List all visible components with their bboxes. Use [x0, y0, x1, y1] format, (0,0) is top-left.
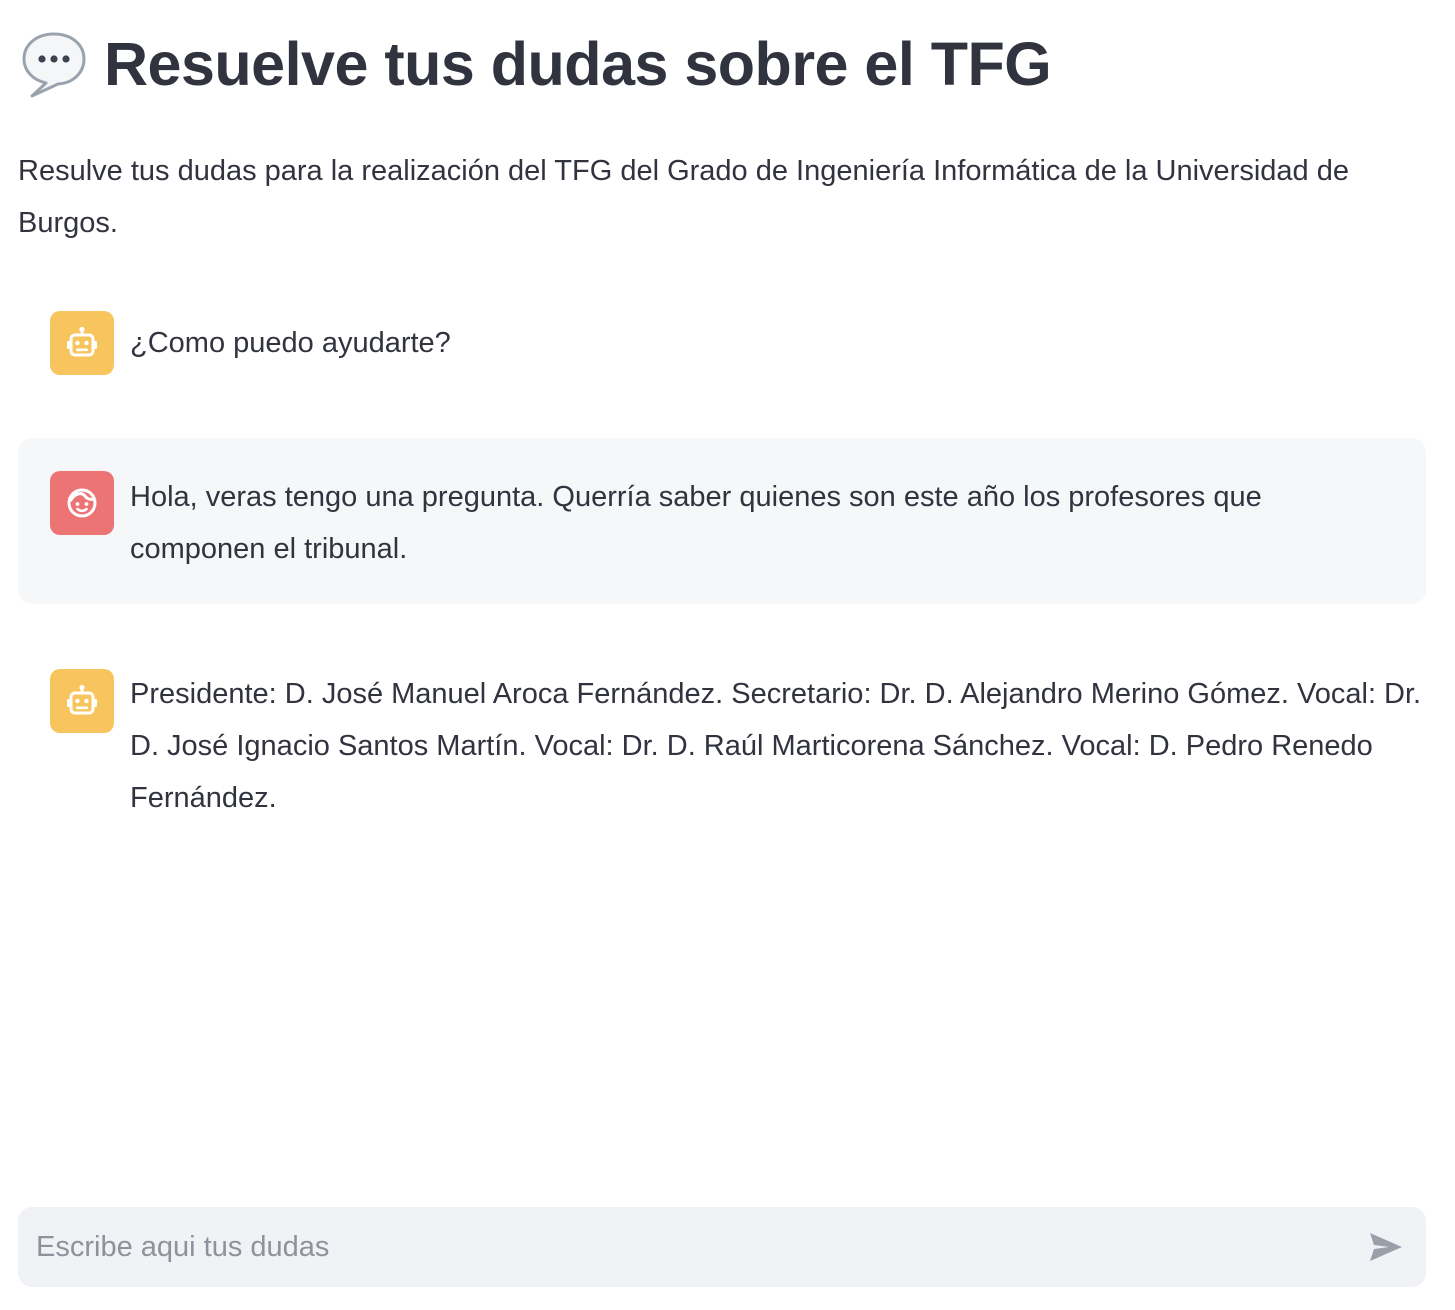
message-text: Hola, veras tengo una pregunta. Querría …	[130, 481, 1262, 565]
intro-text: Resulve tus dudas para la realización de…	[18, 155, 1349, 239]
robot-icon	[67, 684, 97, 715]
message-text: ¿Como puedo ayudarte?	[130, 327, 451, 359]
assistant-avatar	[50, 311, 114, 375]
speech-balloon-emoji-icon	[22, 32, 86, 98]
send-button[interactable]	[1366, 1227, 1406, 1267]
chat-message-assistant: ¿Como puedo ayudarte?	[18, 296, 1426, 388]
send-arrow-icon	[1370, 1233, 1402, 1261]
robot-icon	[67, 326, 97, 357]
chat-input-container	[18, 1207, 1426, 1287]
chat-message-user: Hola, veras tengo una pregunta. Querría …	[18, 438, 1426, 604]
page-title-text: Resuelve tus dudas sobre el TFG	[104, 30, 1052, 98]
chat-input[interactable]	[36, 1207, 1356, 1287]
page-title: Resuelve tus dudas sobre el TFG	[18, 28, 1052, 100]
assistant-avatar	[50, 669, 114, 733]
face-icon	[67, 488, 97, 518]
user-avatar	[50, 471, 114, 535]
message-text: Presidente: D. José Manuel Aroca Fernánd…	[130, 678, 1422, 814]
chat-message-assistant: Presidente: D. José Manuel Aroca Fernánd…	[18, 654, 1426, 834]
